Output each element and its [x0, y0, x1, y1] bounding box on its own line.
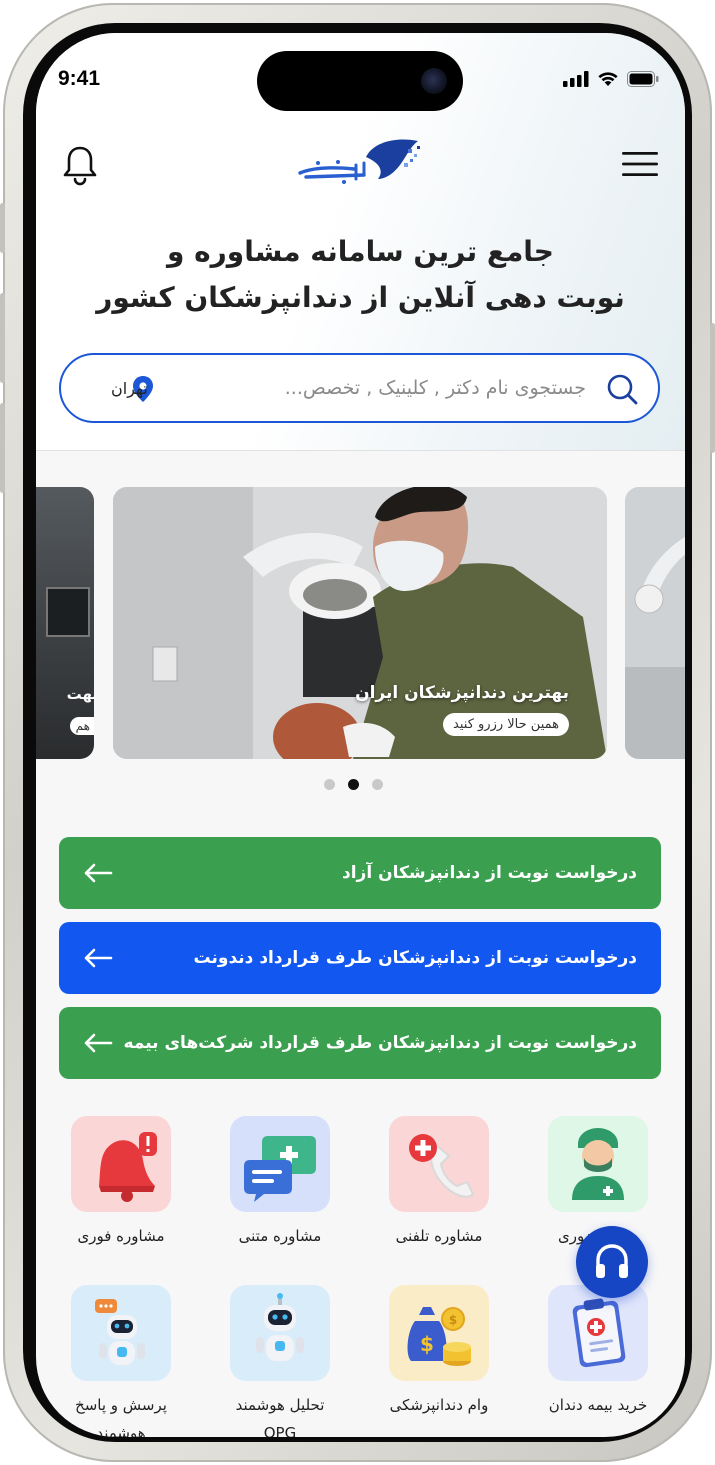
service-label: مشاوره تلفنی: [395, 1227, 483, 1245]
service-in-person-tile: [548, 1116, 648, 1212]
carousel-dot-active[interactable]: [348, 779, 359, 790]
contracted-dentists-button[interactable]: درخواست نوبت از دندانپزشکان طرف قرارداد …: [59, 922, 661, 994]
svg-text:$: $: [420, 1332, 434, 1356]
carousel-peek-title: بهت: [66, 685, 94, 703]
service-label: مشاوره فوری: [77, 1227, 165, 1245]
carousel-slide-next[interactable]: [625, 487, 685, 759]
signal-icon: [563, 71, 589, 87]
service-phone-consult-tile: [389, 1116, 489, 1212]
service-urgent-consult[interactable]: مشاوره فوری: [66, 1116, 176, 1250]
service-label-line1: پرسش و پاسخ: [75, 1396, 167, 1414]
service-label-line1: تحلیل هوشمند: [235, 1396, 325, 1414]
service-text-consult[interactable]: مشاوره متنی: [225, 1116, 335, 1250]
service-label-line2: هوشمند: [96, 1424, 146, 1437]
carousel-slide-title: بهترین دندانپزشکان ایران: [355, 683, 569, 703]
arrow-left-icon: [84, 863, 113, 883]
free-dentists-button[interactable]: درخواست نوبت از دندانپزشکان آزاد: [59, 837, 661, 909]
hero-title-line1: جامع ترین سامانه مشاوره و: [167, 235, 554, 268]
book-now-button[interactable]: همین حالا رزرو کنید: [443, 713, 569, 736]
carousel-dot[interactable]: [372, 779, 383, 790]
hero-title-line2: نوبت دهی آنلاین از دندانپزشکان کشور: [96, 281, 625, 314]
status-time: 9:41: [58, 67, 101, 90]
service-dental-insurance-tile: [548, 1285, 648, 1381]
power-button: [710, 323, 715, 453]
clinic-photo: [625, 487, 685, 759]
service-urgent-consult-tile: [71, 1116, 171, 1212]
service-smart-qa-tile: [71, 1285, 171, 1381]
arrow-left-icon: [84, 1033, 113, 1053]
free-dentists-label: درخواست نوبت از دندانپزشکان آزاد: [342, 863, 637, 883]
svg-text:$: $: [449, 1313, 457, 1327]
search-input[interactable]: جستجوی نام دکتر , کلینیک , تخصص...: [285, 377, 586, 399]
volume-down-button: [0, 403, 5, 493]
service-smart-opg[interactable]: تحلیل هوشمند OPG: [225, 1285, 335, 1437]
monitor-image: [46, 587, 90, 637]
battery-icon: [627, 71, 659, 87]
service-smart-opg-tile: [230, 1285, 330, 1381]
hero-title: جامع ترین سامانه مشاوره و نوبت دهی آنلای…: [76, 229, 645, 321]
dentist-icon: [572, 1128, 624, 1200]
action-button: [0, 203, 5, 253]
status-icons: [563, 71, 659, 87]
robot-icon: [256, 1293, 304, 1361]
robot-chat-icon: [95, 1299, 145, 1365]
service-label: پرسش و پاسخ هوشمند: [66, 1391, 176, 1437]
service-label: تحلیل هوشمند OPG: [225, 1391, 335, 1437]
contracted-dentists-label: درخواست نوبت از دندانپزشکان طرف قرارداد …: [193, 948, 637, 968]
carousel-dots: [324, 779, 383, 790]
insurance-dentists-button[interactable]: درخواست نوبت از دندانپزشکان طرف قرارداد …: [59, 1007, 661, 1079]
carousel-dot[interactable]: [324, 779, 335, 790]
chat-bubbles-icon: [244, 1136, 316, 1202]
search-icon: [607, 374, 638, 405]
service-label-line2: OPG: [263, 1424, 297, 1437]
search-bar[interactable]: جستجوی نام دکتر , کلینیک , تخصص... تهران: [59, 353, 660, 423]
volume-up-button: [0, 293, 5, 383]
divider: [36, 450, 685, 451]
headphones-icon: [596, 1244, 628, 1278]
service-dental-loan[interactable]: $ $ وام دندانپزشکی: [384, 1285, 494, 1419]
service-phone-consult[interactable]: مشاوره تلفنی: [384, 1116, 494, 1250]
alarm-bell-icon: [99, 1132, 157, 1202]
camera-icon: [421, 68, 447, 94]
service-label: وام دندانپزشکی: [389, 1396, 489, 1414]
insurance-clipboard-icon: [572, 1298, 626, 1368]
insurance-dentists-label: درخواست نوبت از دندانپزشکان طرف قرارداد …: [123, 1033, 637, 1053]
service-label: خرید بیمه دندان: [548, 1396, 648, 1414]
phone-icon: [409, 1134, 475, 1198]
service-dental-insurance[interactable]: خرید بیمه دندان: [543, 1285, 653, 1419]
screen: 9:41 جامع ترین سامانه مشاوره و نوبت دهی …: [36, 33, 685, 1437]
bell-icon[interactable]: [62, 144, 98, 186]
dynamic-island: [257, 51, 463, 111]
service-smart-qa[interactable]: پرسش و پاسخ هوشمند: [66, 1285, 176, 1437]
carousel-slide-prev[interactable]: بهت هم: [36, 487, 94, 759]
service-dental-loan-tile: $ $: [389, 1285, 489, 1381]
logo: [298, 139, 420, 184]
carousel-slide-active[interactable]: بهترین دندانپزشکان ایران همین حالا رزرو …: [113, 487, 607, 759]
arrow-left-icon: [84, 948, 113, 968]
menu-icon[interactable]: [622, 151, 658, 177]
location-label[interactable]: تهران: [111, 379, 148, 398]
money-bag-icon: $ $: [407, 1307, 471, 1366]
service-label: مشاوره متنی: [238, 1227, 322, 1245]
carousel-peek-button[interactable]: هم: [69, 717, 94, 735]
support-button[interactable]: [576, 1226, 648, 1298]
service-text-consult-tile: [230, 1116, 330, 1212]
phone-frame: 9:41 جامع ترین سامانه مشاوره و نوبت دهی …: [0, 3, 715, 1462]
wifi-icon: [598, 72, 618, 86]
